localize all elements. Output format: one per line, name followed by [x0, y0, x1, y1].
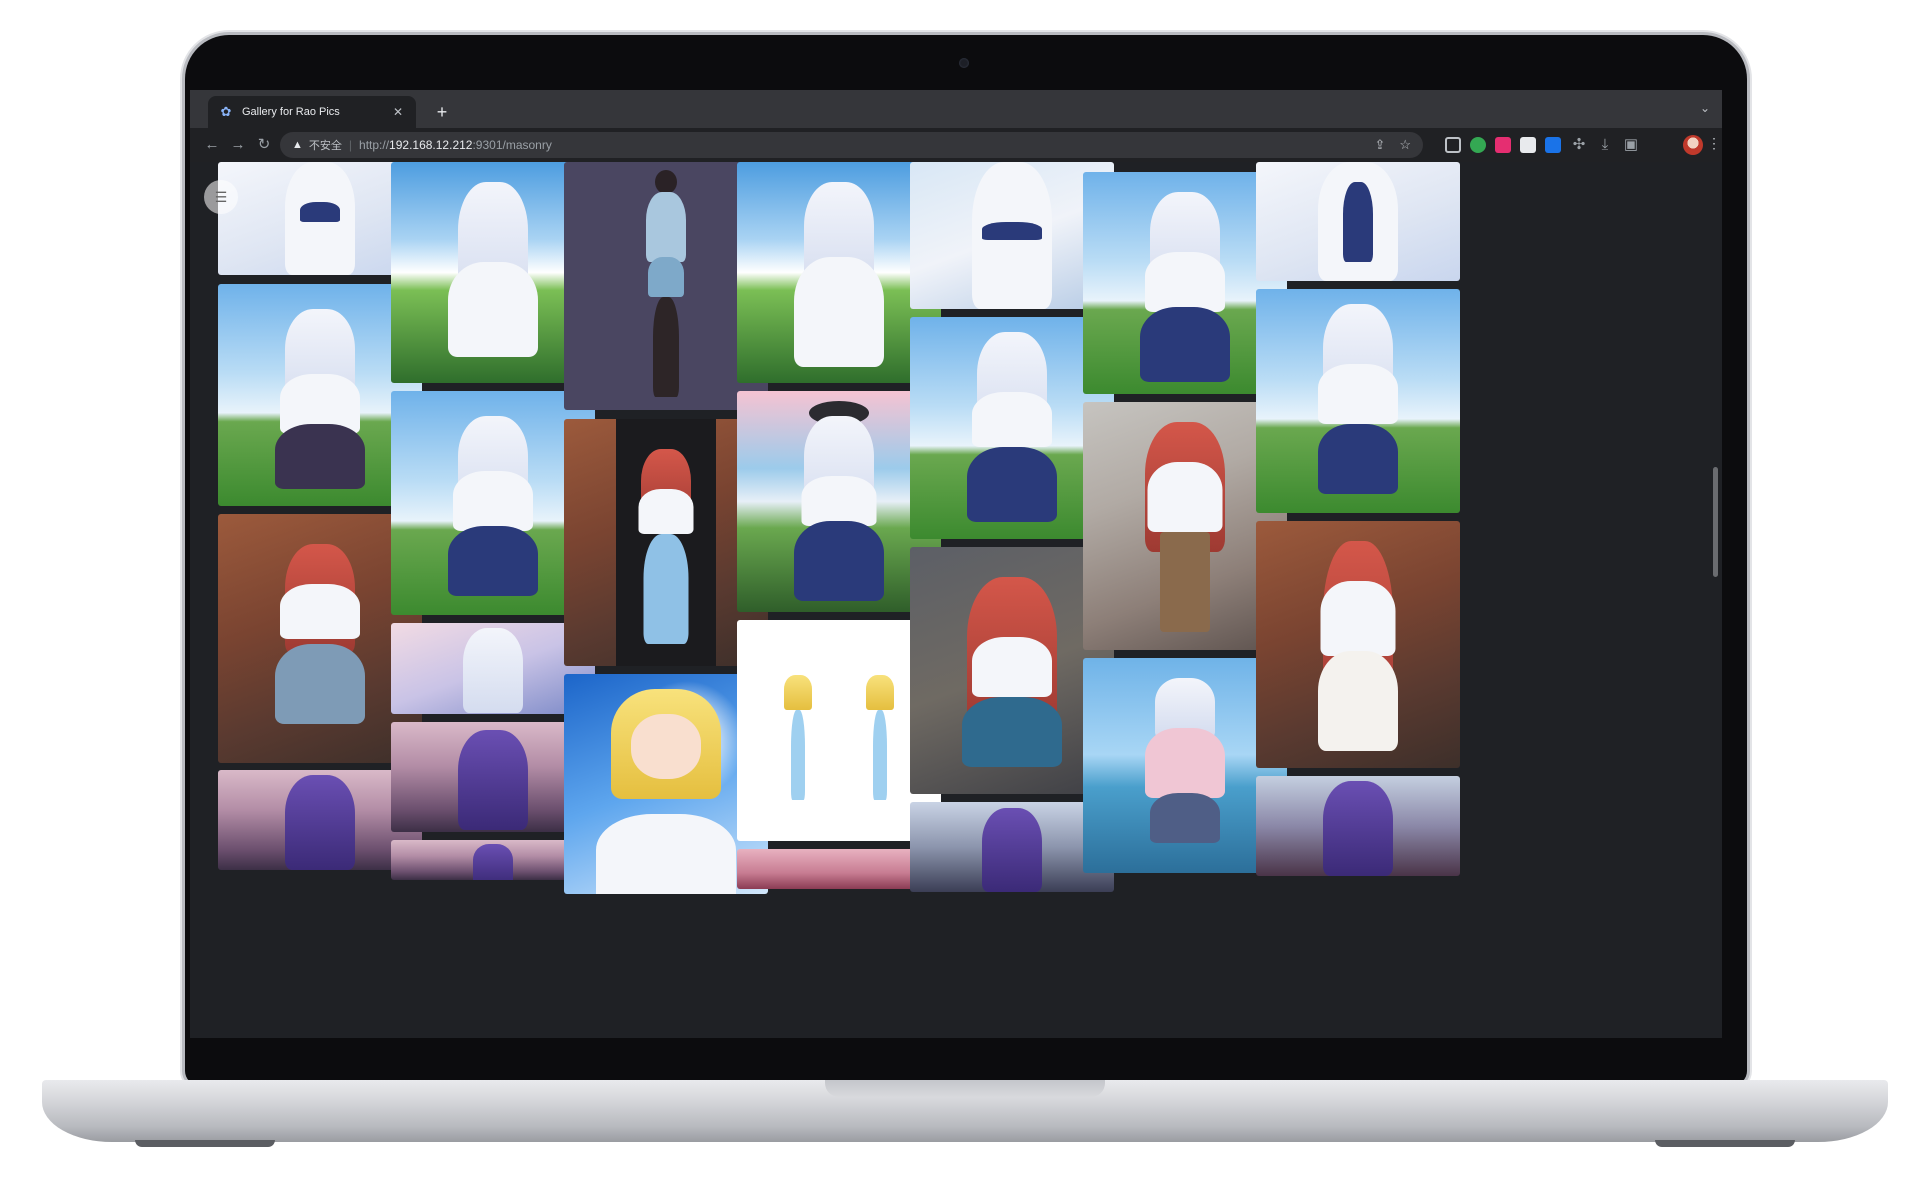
url-path: :9301/masonry	[472, 138, 552, 152]
arrow-right-icon[interactable]: →	[228, 135, 248, 155]
separator: |	[348, 138, 353, 152]
warning-icon[interactable]: ▲	[292, 139, 303, 151]
masonry-gallery: ☰	[190, 162, 1722, 1038]
kebab-icon[interactable]: ⋮	[1707, 135, 1721, 152]
avatar[interactable]	[1683, 135, 1703, 155]
green-extension-icon[interactable]	[1470, 137, 1486, 153]
camera-icon	[959, 58, 969, 68]
scrollbar-thumb[interactable]	[1713, 467, 1718, 577]
gallery-image[interactable]	[1256, 289, 1460, 513]
arrow-left-icon[interactable]: ←	[202, 135, 222, 155]
star-icon[interactable]: ☆	[1399, 137, 1411, 153]
browser-window: ✿ Gallery for Rao Pics ✕ + ⌄ ← → ↻ ▲ 不安全…	[190, 90, 1722, 1038]
close-icon[interactable]: ✕	[390, 105, 406, 119]
browser-toolbar: ← → ↻ ▲ 不安全 | http:// 192.168.12.212 :93…	[190, 128, 1722, 162]
qr-extension-icon[interactable]	[1520, 137, 1536, 153]
download-icon[interactable]: ⤓	[1595, 135, 1615, 155]
hamburger-icon[interactable]: ☰	[204, 180, 238, 214]
side-panel-icon[interactable]: ▣	[1621, 135, 1641, 155]
tab-gallery[interactable]: ✿ Gallery for Rao Pics ✕	[208, 96, 416, 128]
screenshot-extension-icon[interactable]	[1445, 137, 1461, 153]
pink-extension-icon[interactable]	[1495, 137, 1511, 153]
laptop-foot-right	[1655, 1140, 1795, 1147]
tab-title: Gallery for Rao Pics	[242, 106, 340, 118]
puzzle-icon[interactable]: ✣	[1569, 135, 1589, 155]
gallery-image[interactable]	[1256, 521, 1460, 768]
gallery-image[interactable]	[1256, 162, 1460, 281]
reload-icon[interactable]: ↻	[254, 135, 274, 155]
share-icon[interactable]: ⇪	[1374, 137, 1385, 153]
laptop-notch	[825, 1080, 1105, 1097]
chevron-down-icon[interactable]: ⌄	[1700, 101, 1710, 115]
security-label[interactable]: 不安全	[309, 137, 342, 153]
translate-extension-icon[interactable]	[1545, 137, 1561, 153]
laptop-foot-left	[135, 1140, 275, 1147]
tab-strip: ✿ Gallery for Rao Pics ✕ + ⌄	[190, 90, 1722, 128]
gallery-image[interactable]	[1256, 776, 1460, 876]
new-tab-button[interactable]: +	[430, 100, 454, 124]
url-scheme: http://	[359, 138, 390, 152]
url-host: 192.168.12.212	[389, 138, 473, 152]
scrollbar[interactable]	[1710, 162, 1722, 1038]
rao-pics-icon: ✿	[220, 104, 232, 119]
address-bar[interactable]: ▲ 不安全 | http:// 192.168.12.212 :9301/mas…	[280, 132, 1423, 158]
